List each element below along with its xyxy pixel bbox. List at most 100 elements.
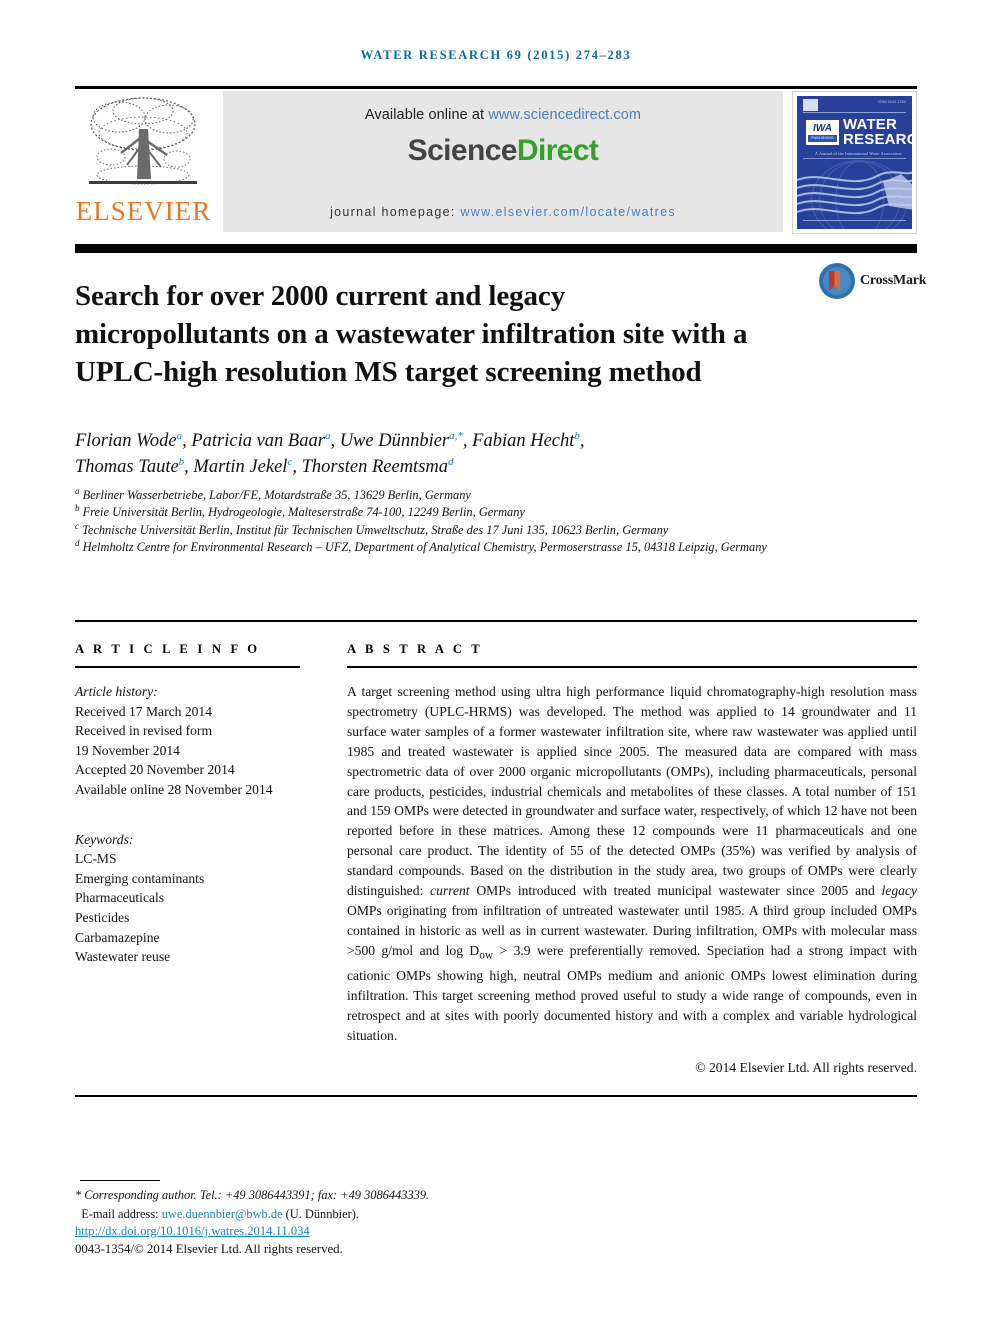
abstract-heading: A B S T R A C T: [347, 642, 483, 656]
available-online-prefix: Available online at: [364, 107, 489, 123]
footnote-block: * Corresponding author. Tel.: +49 308644…: [75, 1186, 675, 1223]
abstract-block-bottom-rule: [75, 1095, 917, 1097]
article-history-item: 19 November 2014: [75, 742, 180, 758]
author-name: Florian Wode: [75, 431, 177, 451]
author-name: Fabian Hecht: [472, 431, 575, 451]
abstract-part-1: A target screening method using ultra hi…: [347, 684, 917, 899]
issn-copyright-line: 0043-1354/© 2014 Elsevier Ltd. All right…: [75, 1242, 343, 1256]
doi-link[interactable]: http://dx.doi.org/10.1016/j.watres.2014.…: [75, 1224, 310, 1239]
journal-homepage-text: journal homepage: www.elsevier.com/locat…: [330, 205, 676, 219]
author-item: Thomas Tauteb,: [75, 456, 193, 477]
cover-second-rule: [803, 158, 906, 159]
email-suffix: (U. Dünnbier).: [282, 1206, 359, 1221]
banner-top-rule: [75, 86, 917, 89]
affiliation-marker: b: [75, 503, 80, 514]
article-first-page: WATER RESEARCH 69 (2015) 274–283 ELSEVIE…: [0, 0, 992, 1323]
affiliation-text: Berliner Wasserbetriebe, Labor/FE, Motar…: [82, 488, 471, 502]
author-separator: ,: [292, 457, 302, 477]
author-name: Thomas Taute: [75, 457, 179, 477]
cover-title: WATER RESEARCH: [843, 117, 912, 147]
sciencedirect-logo-science: Science: [407, 134, 518, 167]
crossmark-badge[interactable]: CrossMark: [818, 262, 927, 308]
elsevier-tree-icon: [89, 97, 197, 185]
abstract-subscript-ow: ow: [479, 949, 494, 962]
affiliation-marker: d: [75, 538, 80, 549]
article-history: Article history: Received 17 March 2014 …: [75, 682, 307, 800]
wave-graphic-icon: [797, 171, 912, 215]
author-separator: ,: [462, 431, 473, 451]
cover-subtitle: A Journal of the International Water Ass…: [815, 151, 902, 156]
author-item: Martin Jekelc,: [193, 456, 302, 477]
author-affiliation-marker: a,*: [449, 429, 463, 442]
article-history-item: Available online 28 November 2014: [75, 781, 273, 797]
email-note: E-mail address: uwe.duennbier@bwb.de (U.…: [75, 1205, 675, 1224]
affiliation-marker: c: [75, 520, 79, 531]
journal-cover-artwork: ISSN 0043-1354 IWA PUBLISHING WATER RESE…: [797, 96, 912, 229]
affiliation-text: Technische Universität Berlin, Institut …: [82, 522, 669, 537]
corresponding-author-note: * Corresponding author. Tel.: +49 308644…: [75, 1188, 430, 1202]
article-history-item: Received in revised form: [75, 723, 213, 739]
author-affiliation-marker: d: [448, 455, 454, 468]
abstract-column: A B S T R A C T A target screening metho…: [347, 642, 917, 1076]
author-item: Fabian Hechtb,: [472, 430, 585, 451]
abstract-emphasis-current: current: [430, 883, 470, 899]
email-label: E-mail address:: [81, 1206, 162, 1221]
article-info-column: A R T I C L E I N F O Article history: R…: [75, 642, 307, 967]
sciencedirect-logo: ScienceDirect: [408, 134, 599, 168]
article-history-item: Received 17 March 2014: [75, 703, 213, 719]
keyword-item: Pesticides: [75, 909, 130, 925]
author-name: Patricia van Baar: [191, 431, 325, 451]
keyword-item: LC-MS: [75, 851, 117, 867]
running-head: WATER RESEARCH 69 (2015) 274–283: [360, 48, 632, 62]
author-line-1: Florian Wodea, Patricia van Baara, Uwe D…: [75, 428, 815, 454]
abstract-copyright: © 2014 Elsevier Ltd. All rights reserved…: [695, 1060, 917, 1076]
author-separator: ,: [579, 431, 585, 451]
available-online-text: Available online at www.sciencedirect.co…: [365, 107, 641, 123]
page-title: Search for over 2000 current and legacy …: [75, 280, 748, 389]
abstract-heading-rule: [347, 666, 917, 668]
journal-cover-thumbnail: ISSN 0043-1354 IWA PUBLISHING WATER RESE…: [792, 91, 917, 234]
abstract-text: A target screening method using ultra hi…: [347, 682, 917, 1046]
crossmark-label: CrossMark: [860, 273, 927, 288]
journal-homepage-link[interactable]: www.elsevier.com/locate/watres: [460, 205, 675, 219]
keyword-item: Carbamazepine: [75, 929, 160, 945]
iwa-logo-text: IWA: [813, 122, 832, 134]
affiliation-list: a Berliner Wasserbetriebe, Labor/FE, Mot…: [75, 485, 845, 557]
affiliation-text: Helmholtz Centre for Environmental Resea…: [82, 540, 767, 555]
keywords-label: Keywords:: [75, 831, 134, 847]
affiliation-marker: a: [75, 485, 80, 496]
journal-homepage-label: journal homepage:: [330, 205, 461, 219]
author-line-2: Thomas Tauteb, Martin Jekelc, Thorsten R…: [75, 454, 815, 480]
abstract-block-top-rule: [75, 620, 917, 622]
author-item: Thorsten Reemtsmad: [302, 455, 454, 477]
abstract-emphasis-legacy: legacy: [881, 883, 917, 899]
iwa-logo-icon: IWA PUBLISHING: [805, 119, 840, 146]
cover-bottom-rule: [803, 220, 906, 221]
affiliation-text: Freie Universität Berlin, Hydrogeologie,…: [82, 505, 525, 520]
banner-bottom-rule: [75, 244, 917, 253]
sciencedirect-box: Available online at www.sciencedirect.co…: [223, 91, 783, 232]
affiliation-item: d Helmholtz Centre for Environmental Res…: [75, 539, 845, 556]
author-separator: ,: [182, 431, 192, 451]
footnote-rule: [80, 1180, 160, 1181]
keyword-item: Pharmaceuticals: [75, 890, 165, 906]
email-link[interactable]: uwe.duennbier@bwb.de: [162, 1207, 283, 1221]
cover-title-line1: WATER: [843, 116, 898, 133]
cover-publisher-mark-icon: [803, 99, 818, 111]
sciencedirect-link[interactable]: www.sciencedirect.com: [488, 107, 641, 123]
keyword-item: Emerging contaminants: [75, 870, 205, 886]
elsevier-wordmark: ELSEVIER: [75, 196, 212, 226]
article-info-heading-rule: [75, 666, 300, 668]
author-item: Uwe Dünnbiera,*,: [340, 429, 473, 451]
author-list: Florian Wodea, Patricia van Baara, Uwe D…: [75, 428, 815, 480]
sciencedirect-logo-direct: Direct: [516, 134, 599, 167]
author-separator: ,: [330, 431, 340, 451]
iwa-publishing-text: PUBLISHING: [808, 134, 837, 142]
affiliation-item: a Berliner Wasserbetriebe, Labor/FE, Mot…: [75, 485, 845, 504]
journal-banner: ELSEVIER Available online at www.science…: [75, 86, 917, 234]
cover-top-rule: [803, 112, 906, 113]
affiliation-item: c Technische Universität Berlin, Institu…: [75, 520, 845, 539]
author-name: Martin Jekel: [193, 457, 288, 477]
cover-title-line2: RESEARCH: [843, 131, 912, 148]
article-history-label: Article history:: [75, 684, 158, 699]
